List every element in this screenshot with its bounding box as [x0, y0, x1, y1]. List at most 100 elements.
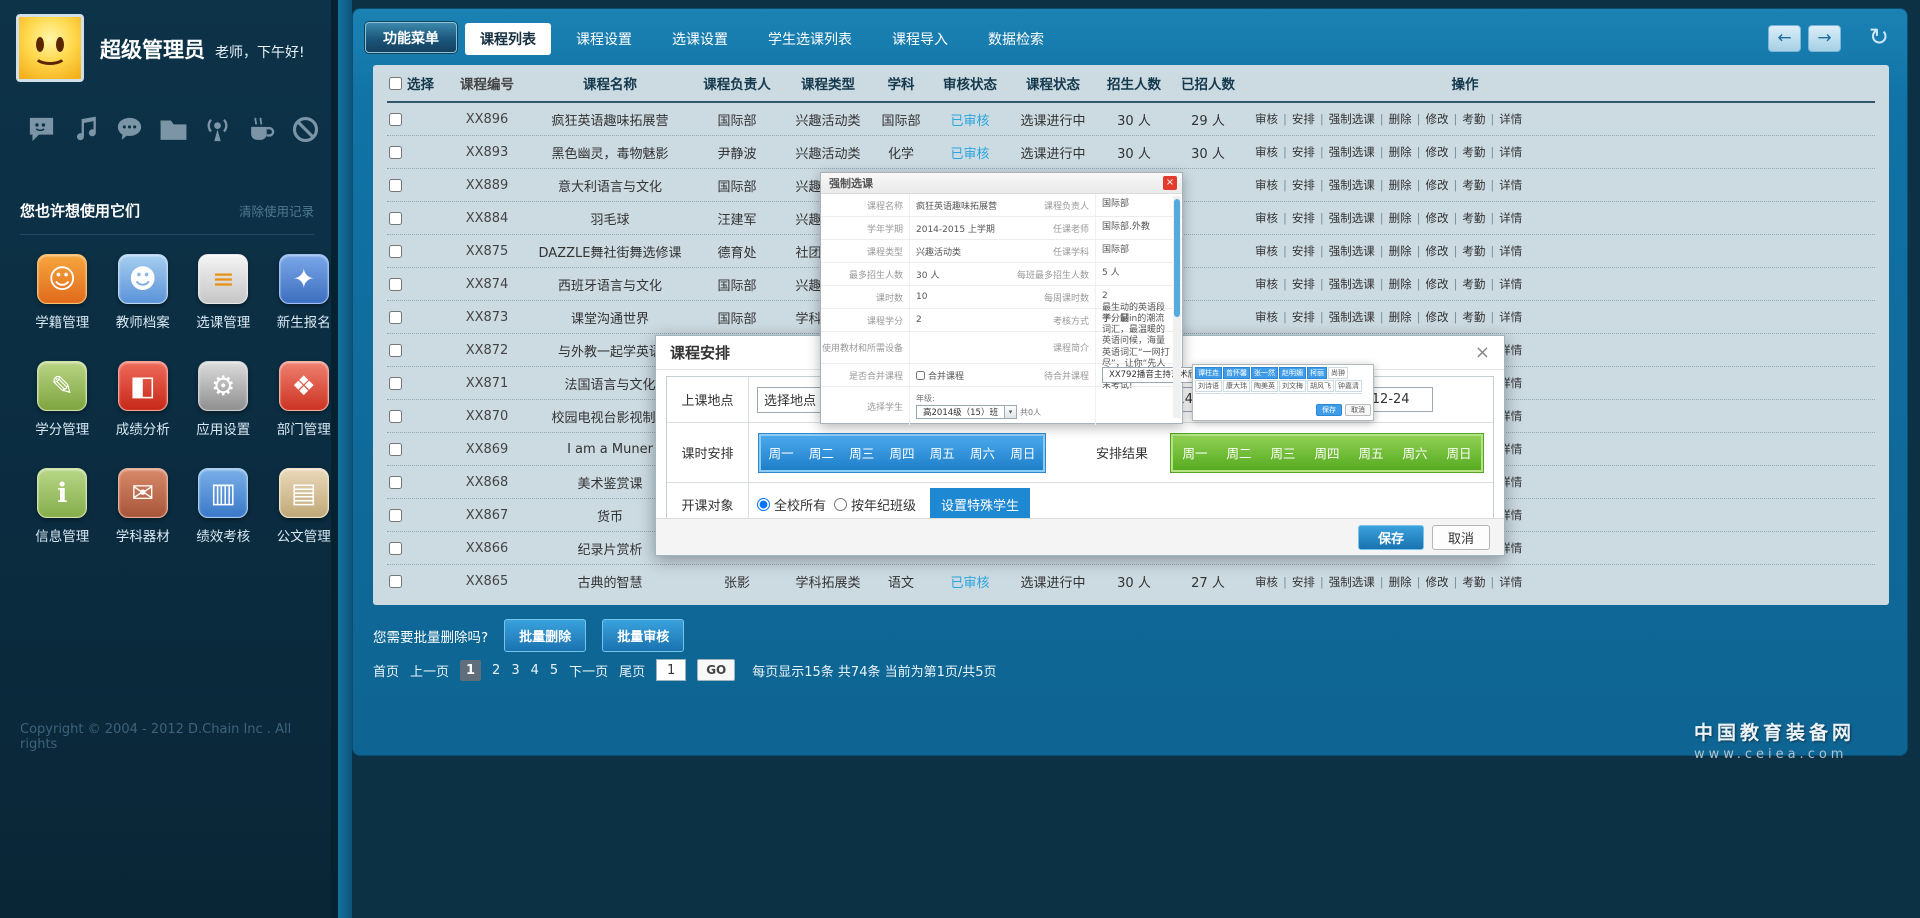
student-chip[interactable]: 刘诗语	[1195, 380, 1222, 392]
action-详情[interactable]: 详情	[1499, 210, 1522, 226]
row-checkbox[interactable]	[389, 146, 402, 159]
tab-课程导入[interactable]: 课程导入	[877, 23, 963, 55]
action-安排[interactable]: 安排	[1292, 309, 1315, 325]
go-button[interactable]: GO	[697, 659, 735, 681]
action-强制选课[interactable]: 强制选课	[1329, 574, 1375, 590]
action-详情[interactable]: 详情	[1499, 177, 1522, 193]
cancel-button[interactable]: 取消	[1432, 525, 1490, 550]
action-强制选课[interactable]: 强制选课	[1329, 276, 1375, 292]
select-all-checkbox[interactable]	[389, 77, 402, 90]
row-checkbox[interactable]	[389, 344, 402, 357]
action-强制选课[interactable]: 强制选课	[1329, 309, 1375, 325]
broadcast-icon[interactable]	[202, 114, 233, 145]
page-4[interactable]: 4	[531, 663, 539, 678]
action-强制选课[interactable]: 强制选课	[1329, 144, 1375, 160]
save-button[interactable]: 保存	[1316, 404, 1342, 416]
action-考勤[interactable]: 考勤	[1462, 210, 1485, 226]
action-考勤[interactable]: 考勤	[1462, 177, 1485, 193]
tab-课程列表[interactable]: 课程列表	[465, 23, 551, 55]
app-教师档案[interactable]: ☻教师档案	[103, 254, 184, 331]
student-chip[interactable]: 吴丹妮	[1223, 393, 1250, 394]
action-修改[interactable]: 修改	[1426, 276, 1449, 292]
action-修改[interactable]: 修改	[1426, 574, 1449, 590]
weekday-周四[interactable]: 周四	[889, 443, 914, 462]
tab-数据检索[interactable]: 数据检索	[973, 23, 1059, 55]
refresh-icon[interactable]: ↻	[1869, 23, 1889, 51]
action-审核[interactable]: 审核	[1255, 177, 1278, 193]
action-详情[interactable]: 详情	[1499, 144, 1522, 160]
radio-by-class[interactable]: 按年纪班级	[834, 495, 916, 514]
batch-audit-button[interactable]: 批量审核	[602, 619, 684, 652]
action-详情[interactable]: 详情	[1499, 309, 1522, 325]
student-chip[interactable]: 柯丽	[1307, 367, 1327, 379]
page-next[interactable]: 下一页	[569, 661, 608, 680]
action-安排[interactable]: 安排	[1292, 177, 1315, 193]
student-chip[interactable]: 康大玮	[1223, 380, 1250, 392]
action-安排[interactable]: 安排	[1292, 111, 1315, 127]
student-chip[interactable]: 谭柱垚	[1195, 367, 1222, 379]
student-chip[interactable]: 刘文梅	[1279, 380, 1306, 392]
action-修改[interactable]: 修改	[1426, 177, 1449, 193]
action-删除[interactable]: 删除	[1389, 210, 1412, 226]
app-应用设置[interactable]: ⚙应用设置	[183, 361, 264, 438]
comments-icon[interactable]	[114, 114, 145, 145]
special-students-button[interactable]: 设置特殊学生	[930, 488, 1030, 521]
student-chip[interactable]: 周旭升	[1251, 393, 1278, 394]
action-删除[interactable]: 删除	[1389, 177, 1412, 193]
weekday-周二[interactable]: 周二	[809, 443, 834, 462]
coffee-icon[interactable]	[246, 114, 277, 145]
student-chip[interactable]: 张一然	[1251, 367, 1278, 379]
close-icon[interactable]: ×	[1475, 342, 1490, 363]
scrollbar[interactable]	[1173, 196, 1181, 418]
clear-history-link[interactable]: 清除使用记录	[239, 201, 314, 220]
action-安排[interactable]: 安排	[1292, 210, 1315, 226]
weekday-selector[interactable]: 周一周二周三周四周五周六周日	[759, 434, 1045, 472]
app-学分管理[interactable]: ✎学分管理	[22, 361, 103, 438]
student-chip[interactable]: 胡风飞	[1307, 380, 1334, 392]
action-删除[interactable]: 删除	[1389, 276, 1412, 292]
action-强制选课[interactable]: 强制选课	[1329, 111, 1375, 127]
action-详情[interactable]: 详情	[1499, 276, 1522, 292]
student-chip[interactable]: 杨学菲	[1335, 393, 1362, 394]
action-审核[interactable]: 审核	[1255, 574, 1278, 590]
row-checkbox[interactable]	[389, 113, 402, 126]
action-审核[interactable]: 审核	[1255, 210, 1278, 226]
music-icon[interactable]	[70, 114, 101, 145]
action-考勤[interactable]: 考勤	[1462, 276, 1485, 292]
app-成绩分析[interactable]: ◧成绩分析	[103, 361, 184, 438]
chat-icon[interactable]	[26, 114, 57, 145]
action-强制选课[interactable]: 强制选课	[1329, 243, 1375, 259]
action-安排[interactable]: 安排	[1292, 243, 1315, 259]
student-chip[interactable]: 李林浩	[1195, 393, 1222, 394]
function-menu-button[interactable]: 功能菜单	[365, 22, 457, 53]
student-chip[interactable]: 曾怀馨	[1223, 367, 1250, 379]
student-chip[interactable]: 陶美英	[1251, 380, 1278, 392]
row-checkbox[interactable]	[389, 542, 402, 555]
action-详情[interactable]: 详情	[1499, 111, 1522, 127]
back-arrow-button[interactable]: ←	[1768, 25, 1801, 52]
tab-选课设置[interactable]: 选课设置	[657, 23, 743, 55]
page-last[interactable]: 尾页	[619, 661, 645, 680]
action-修改[interactable]: 修改	[1426, 144, 1449, 160]
forward-arrow-button[interactable]: →	[1808, 25, 1841, 52]
student-chip[interactable]: 赵明媚	[1279, 367, 1306, 379]
row-checkbox[interactable]	[389, 245, 402, 258]
cancel-button[interactable]: 取消	[1345, 404, 1371, 416]
action-审核[interactable]: 审核	[1255, 309, 1278, 325]
action-删除[interactable]: 删除	[1389, 111, 1412, 127]
row-checkbox[interactable]	[389, 443, 402, 456]
action-考勤[interactable]: 考勤	[1462, 574, 1485, 590]
action-考勤[interactable]: 考勤	[1462, 309, 1485, 325]
page-5[interactable]: 5	[550, 663, 558, 678]
page-current[interactable]: 1	[460, 660, 481, 681]
action-修改[interactable]: 修改	[1426, 243, 1449, 259]
action-强制选课[interactable]: 强制选课	[1329, 210, 1375, 226]
action-详情[interactable]: 详情	[1499, 243, 1522, 259]
action-审核[interactable]: 审核	[1255, 111, 1278, 127]
row-checkbox[interactable]	[389, 212, 402, 225]
weekday-周五[interactable]: 周五	[930, 443, 955, 462]
action-考勤[interactable]: 考勤	[1462, 144, 1485, 160]
row-checkbox[interactable]	[389, 377, 402, 390]
action-删除[interactable]: 删除	[1389, 243, 1412, 259]
action-审核[interactable]: 审核	[1255, 276, 1278, 292]
